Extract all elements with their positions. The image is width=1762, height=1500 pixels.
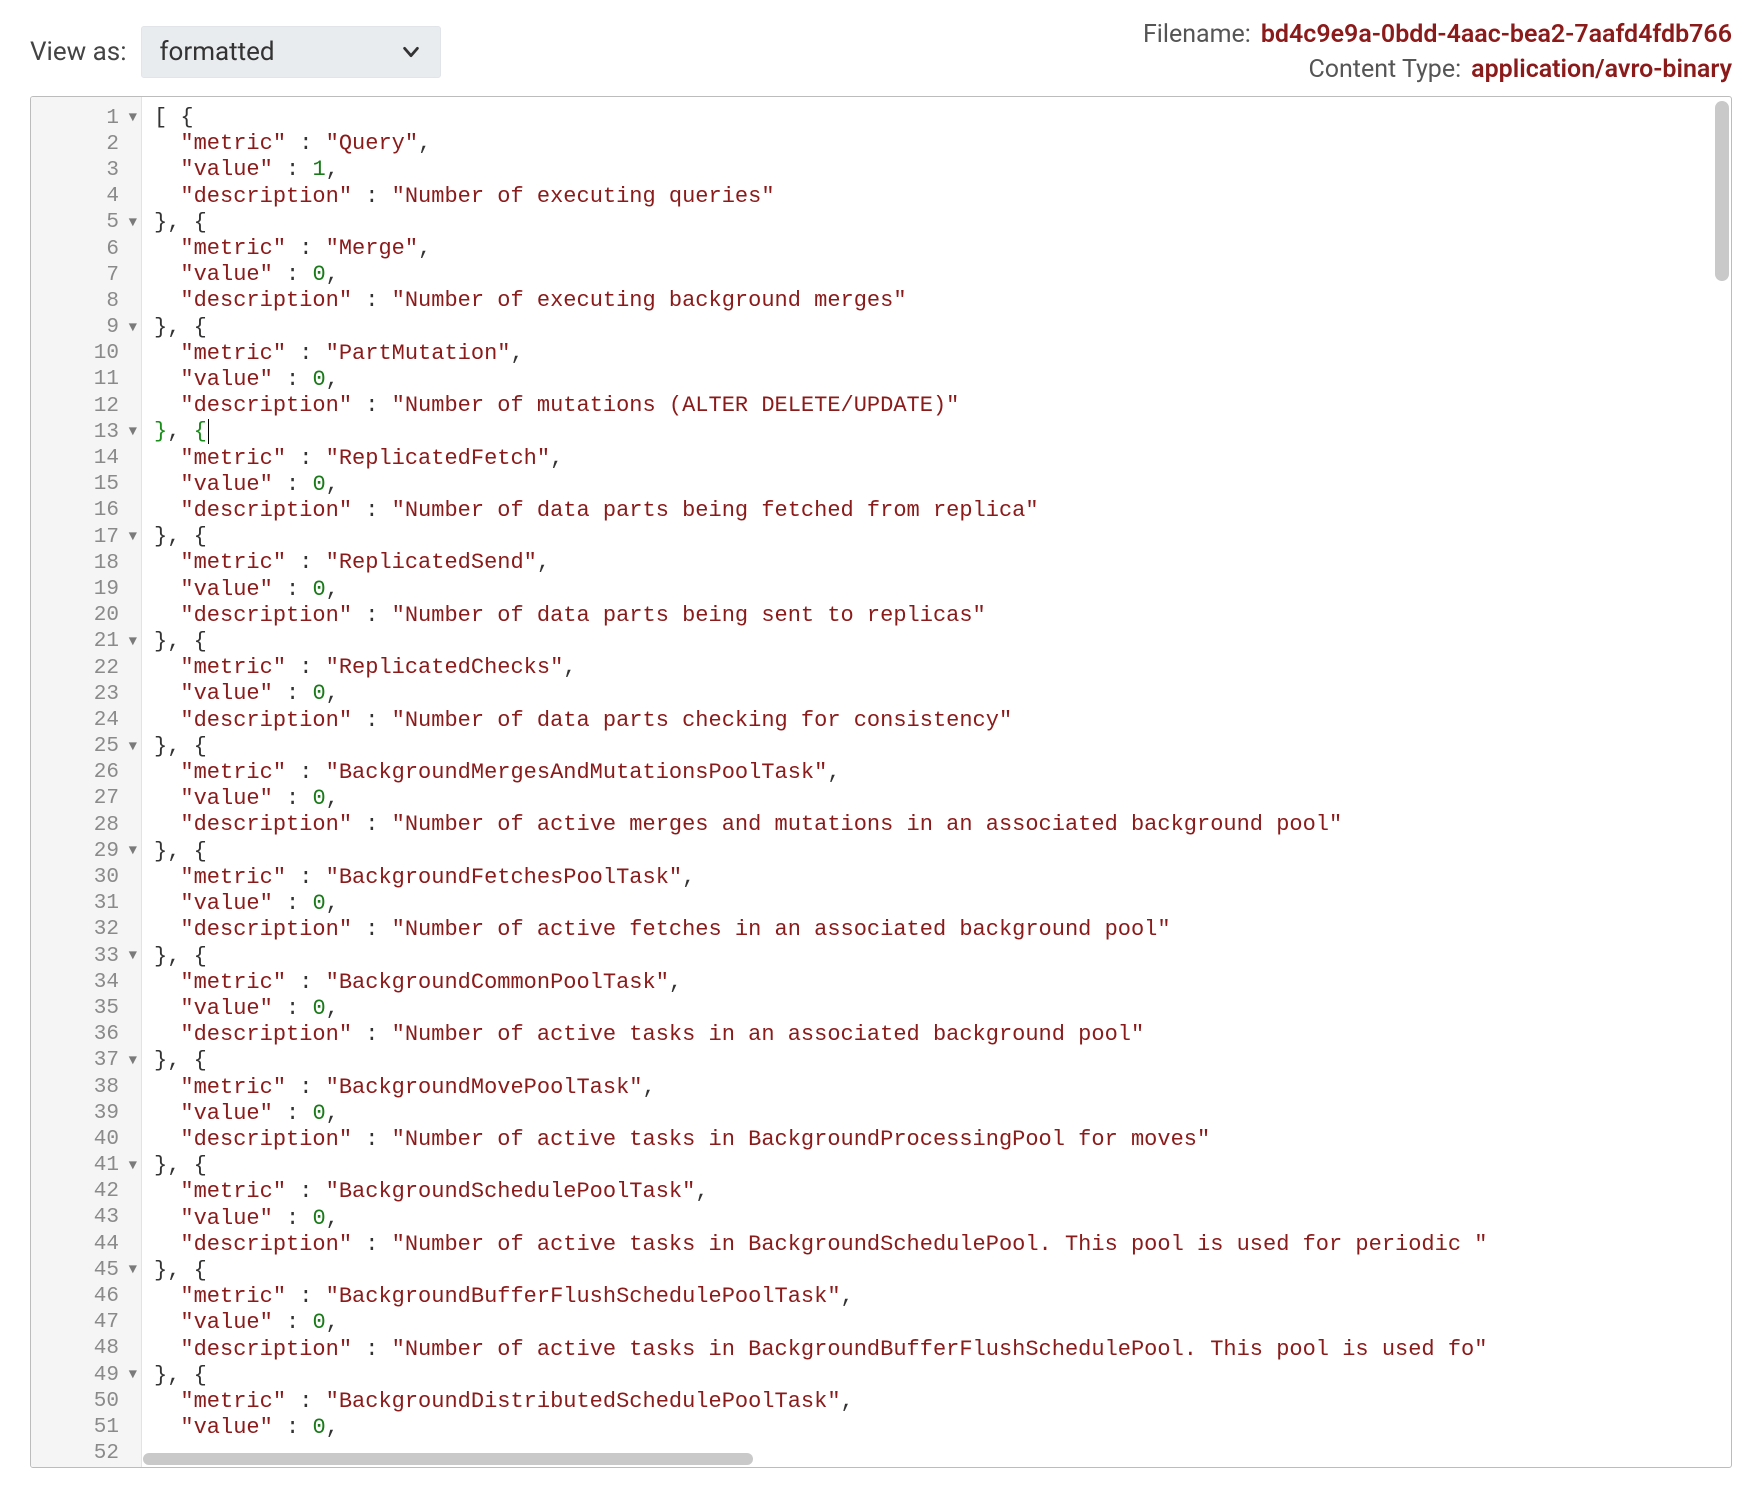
line-number: 51 bbox=[31, 1414, 141, 1440]
line-number: 1▼ bbox=[31, 105, 141, 131]
file-meta: Filename: bd4c9e9a-0bdd-4aac-bea2-7aafd4… bbox=[1143, 20, 1732, 84]
line-number: 15 bbox=[31, 472, 141, 498]
code-content[interactable]: [ { "metric" : "Query", "value" : 1, "de… bbox=[142, 97, 1731, 1467]
line-number: 7 bbox=[31, 262, 141, 288]
content-type-label: Content Type: bbox=[1308, 55, 1461, 84]
view-as-value: formatted bbox=[160, 37, 275, 67]
line-number: 14 bbox=[31, 445, 141, 471]
line-number: 29▼ bbox=[31, 838, 141, 864]
line-number: 9▼ bbox=[31, 315, 141, 341]
line-number: 41▼ bbox=[31, 1153, 141, 1179]
fold-toggle-icon[interactable]: ▼ bbox=[129, 110, 137, 126]
view-as-label: View as: bbox=[30, 37, 127, 67]
line-number: 24 bbox=[31, 707, 141, 733]
fold-toggle-icon[interactable]: ▼ bbox=[129, 1262, 137, 1278]
view-as-select[interactable]: formatted bbox=[141, 26, 441, 78]
line-number: 22 bbox=[31, 655, 141, 681]
line-number: 23 bbox=[31, 681, 141, 707]
line-number: 3 bbox=[31, 157, 141, 183]
line-number: 32 bbox=[31, 917, 141, 943]
line-number: 50 bbox=[31, 1388, 141, 1414]
line-number: 21▼ bbox=[31, 629, 141, 655]
chevron-down-icon bbox=[400, 41, 422, 63]
line-number: 40 bbox=[31, 1126, 141, 1152]
line-number: 19 bbox=[31, 576, 141, 602]
fold-toggle-icon[interactable]: ▼ bbox=[129, 948, 137, 964]
line-number: 10 bbox=[31, 341, 141, 367]
line-number: 48 bbox=[31, 1336, 141, 1362]
fold-toggle-icon[interactable]: ▼ bbox=[129, 1158, 137, 1174]
vertical-scrollbar[interactable] bbox=[1713, 99, 1729, 1468]
filename-label: Filename: bbox=[1143, 20, 1251, 49]
line-number: 34 bbox=[31, 969, 141, 995]
fold-toggle-icon[interactable]: ▼ bbox=[129, 424, 137, 440]
line-number: 33▼ bbox=[31, 943, 141, 969]
fold-toggle-icon[interactable]: ▼ bbox=[129, 739, 137, 755]
fold-toggle-icon[interactable]: ▼ bbox=[129, 320, 137, 336]
line-number: 43 bbox=[31, 1205, 141, 1231]
line-number: 28 bbox=[31, 812, 141, 838]
fold-toggle-icon[interactable]: ▼ bbox=[129, 529, 137, 545]
line-number: 8 bbox=[31, 288, 141, 314]
line-number: 20 bbox=[31, 603, 141, 629]
line-number: 47 bbox=[31, 1310, 141, 1336]
line-number: 46 bbox=[31, 1283, 141, 1309]
fold-toggle-icon[interactable]: ▼ bbox=[129, 1367, 137, 1383]
fold-toggle-icon[interactable]: ▼ bbox=[129, 1053, 137, 1069]
line-number: 36 bbox=[31, 1022, 141, 1048]
line-number: 2 bbox=[31, 131, 141, 157]
line-number: 26 bbox=[31, 760, 141, 786]
line-number: 11 bbox=[31, 367, 141, 393]
line-number: 5▼ bbox=[31, 210, 141, 236]
viewer-toolbar: View as: formatted Filename: bd4c9e9a-0b… bbox=[30, 20, 1732, 84]
line-number: 17▼ bbox=[31, 524, 141, 550]
fold-toggle-icon[interactable]: ▼ bbox=[129, 215, 137, 231]
vertical-scroll-thumb[interactable] bbox=[1715, 101, 1729, 281]
line-number: 45▼ bbox=[31, 1257, 141, 1283]
line-number: 6 bbox=[31, 236, 141, 262]
line-number: 49▼ bbox=[31, 1362, 141, 1388]
line-number: 16 bbox=[31, 498, 141, 524]
line-number-gutter: 1▼2345▼6789▼10111213▼14151617▼18192021▼2… bbox=[31, 97, 142, 1467]
horizontal-scroll-thumb[interactable] bbox=[143, 1453, 753, 1465]
view-as-control: View as: formatted bbox=[30, 26, 441, 78]
filename-value: bd4c9e9a-0bdd-4aac-bea2-7aafd4fdb766 bbox=[1261, 20, 1732, 49]
line-number: 38 bbox=[31, 1074, 141, 1100]
line-number: 25▼ bbox=[31, 734, 141, 760]
line-number: 42 bbox=[31, 1179, 141, 1205]
code-editor[interactable]: 1▼2345▼6789▼10111213▼14151617▼18192021▼2… bbox=[30, 96, 1732, 1468]
content-type-value: application/avro-binary bbox=[1471, 55, 1732, 84]
line-number: 39 bbox=[31, 1100, 141, 1126]
line-number: 13▼ bbox=[31, 419, 141, 445]
line-number: 44 bbox=[31, 1231, 141, 1257]
line-number: 4 bbox=[31, 184, 141, 210]
line-number: 31 bbox=[31, 891, 141, 917]
line-number: 12 bbox=[31, 393, 141, 419]
line-number: 30 bbox=[31, 864, 141, 890]
fold-toggle-icon[interactable]: ▼ bbox=[129, 843, 137, 859]
line-number: 18 bbox=[31, 550, 141, 576]
fold-toggle-icon[interactable]: ▼ bbox=[129, 634, 137, 650]
line-number: 27 bbox=[31, 786, 141, 812]
line-number: 37▼ bbox=[31, 1048, 141, 1074]
horizontal-scrollbar[interactable] bbox=[143, 1451, 1711, 1465]
line-number: 52 bbox=[31, 1441, 141, 1467]
line-number: 35 bbox=[31, 995, 141, 1021]
